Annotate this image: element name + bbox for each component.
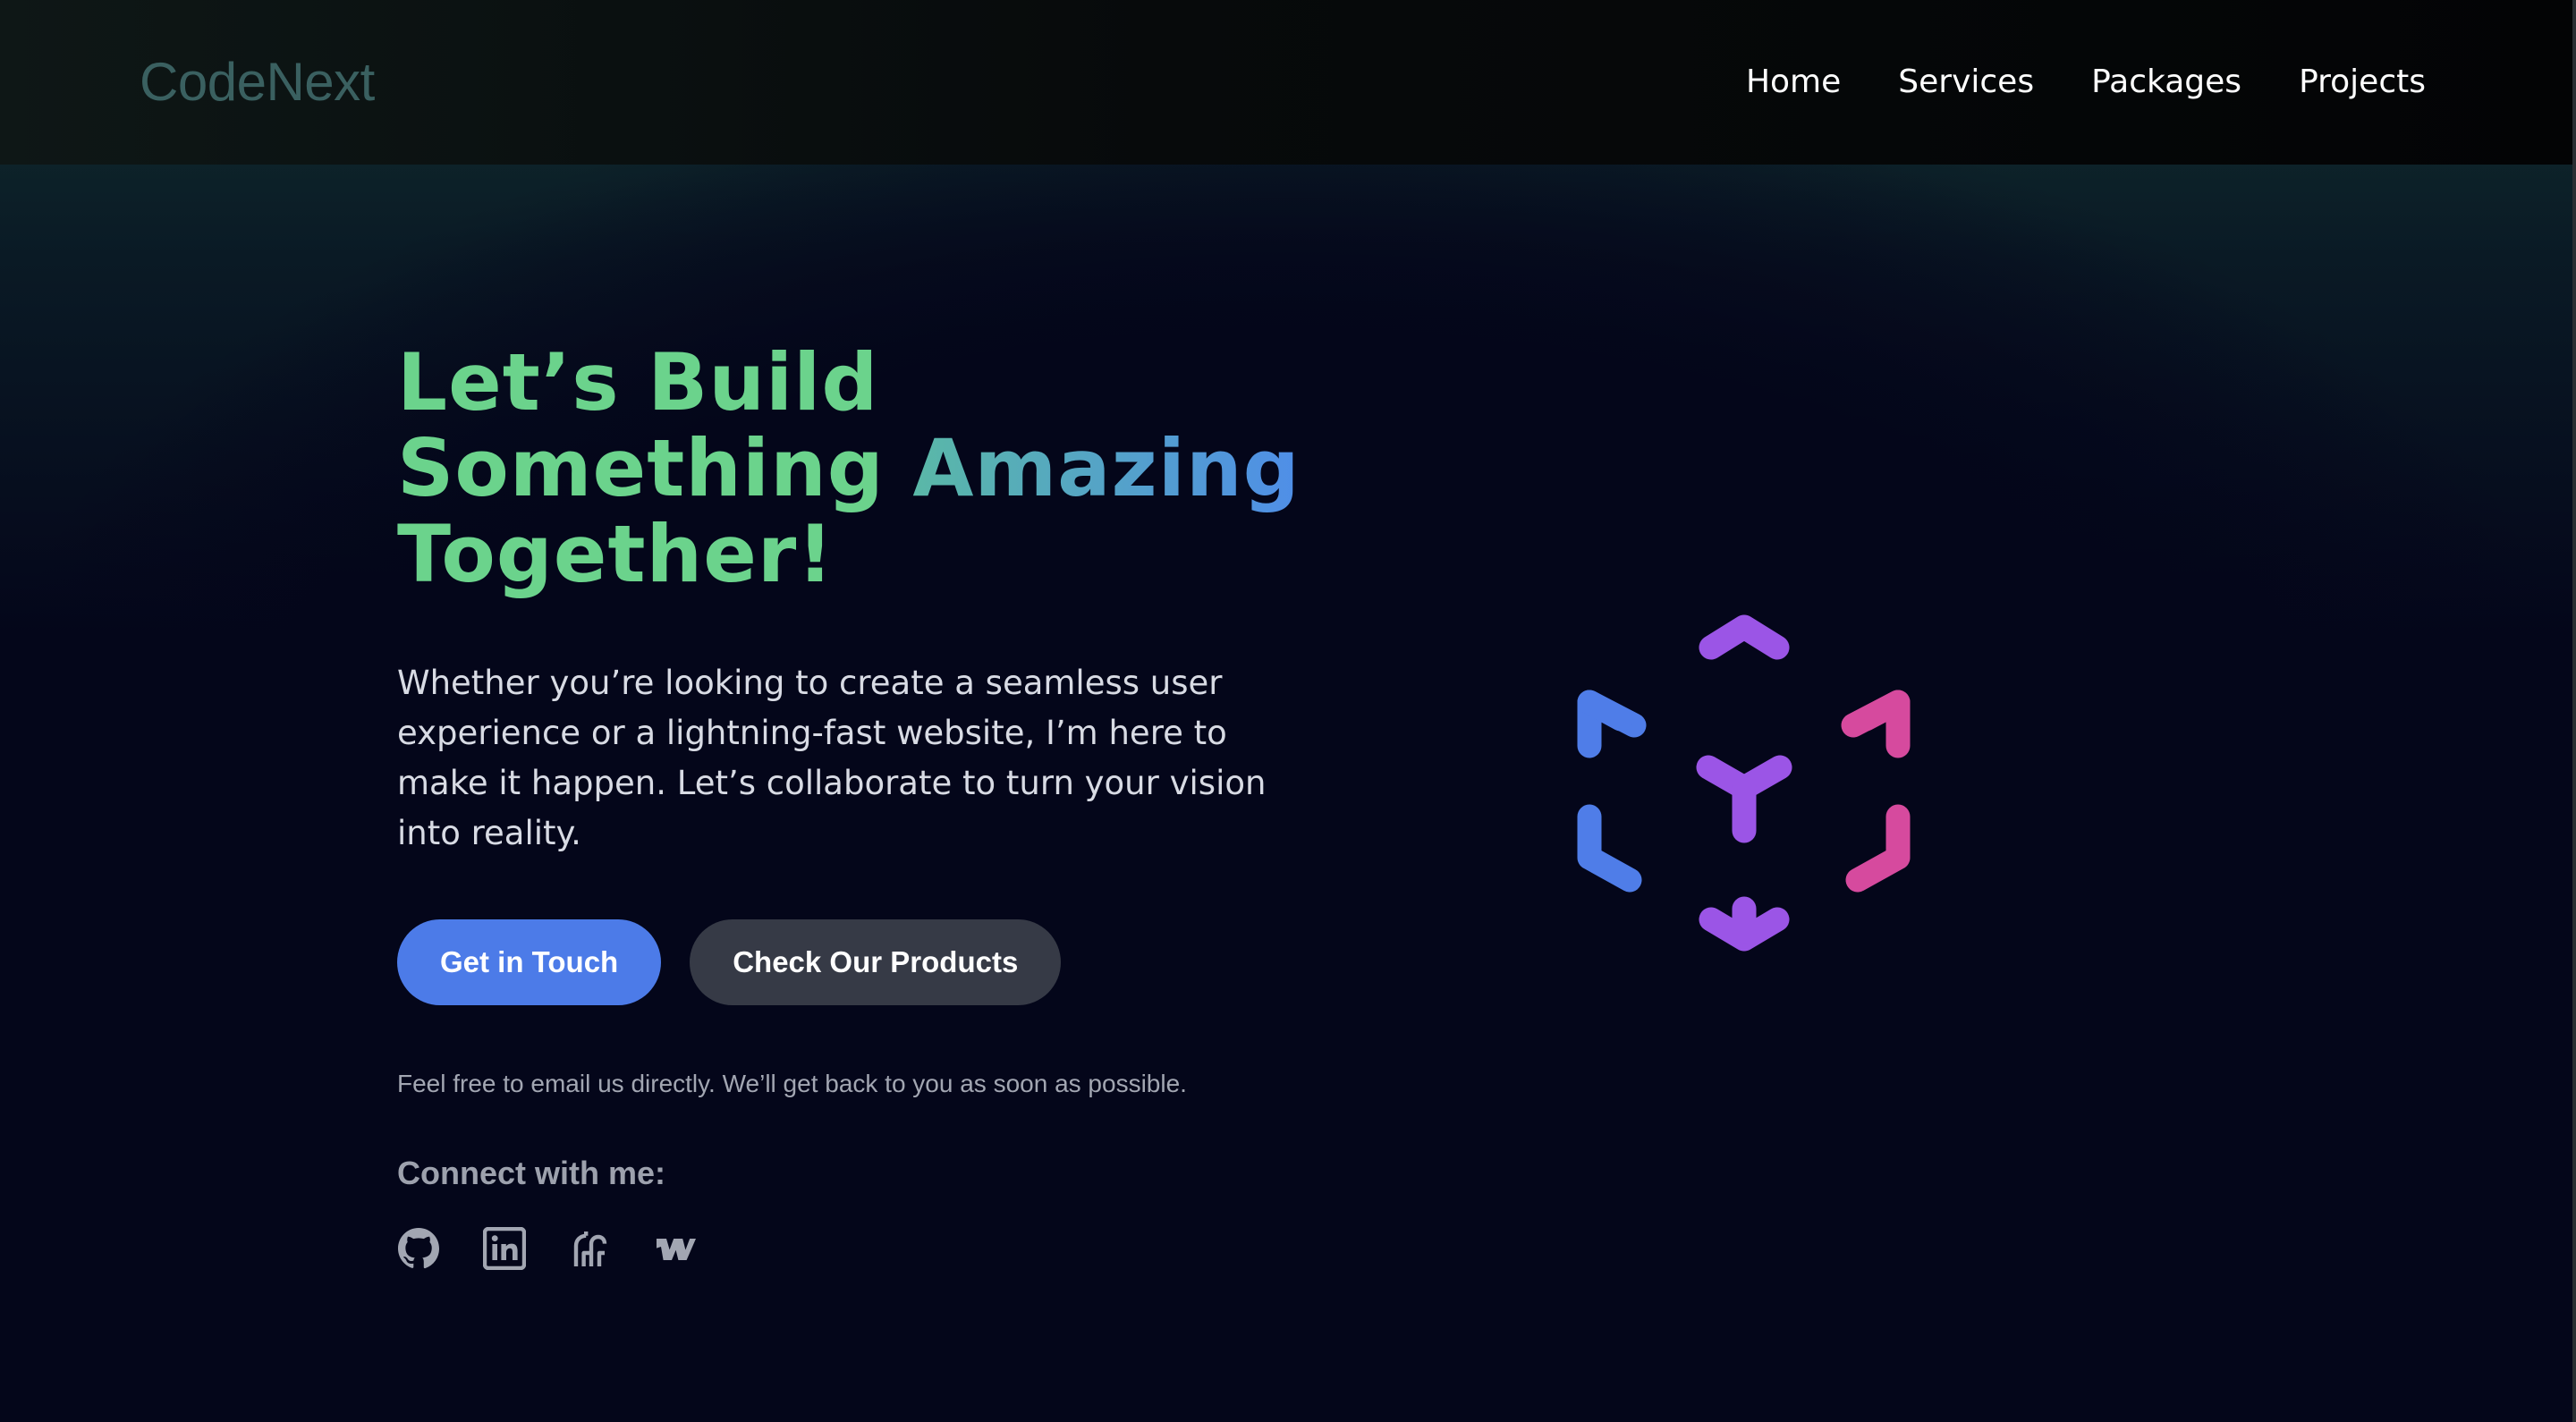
lower-left-bracket <box>1577 804 1642 893</box>
email-note: Feel free to email us directly. We’ll ge… <box>397 1070 1187 1097</box>
headline-line-2: Something Amazing <box>397 426 1300 512</box>
linkedin-icon <box>483 1227 526 1270</box>
navbar: CodeNext Home Services Packages Projects <box>0 0 2576 165</box>
hero-headline: Let’s Build Something Amazing Together! <box>397 336 1300 600</box>
nav-links: Home Services Packages Projects <box>1746 54 2426 111</box>
top-chevron <box>1699 614 1790 660</box>
webflow-icon <box>657 1239 696 1260</box>
headline-line-1: Let’s Build <box>397 336 879 428</box>
upper-right-arrow-stem <box>1853 690 1911 732</box>
lower-right-bracket <box>1845 804 1911 893</box>
hashnode-link[interactable] <box>569 1227 612 1270</box>
hero-buttons: Get in Touch Check Our Products <box>397 919 1292 1005</box>
linkedin-link[interactable] <box>483 1227 526 1270</box>
github-icon <box>398 1228 440 1269</box>
headline-line-2-part-a: Something <box>397 422 913 514</box>
connect-label: Connect with me: <box>397 1155 666 1191</box>
nav-packages-link[interactable]: Packages <box>2091 54 2241 111</box>
hero-description: Whether you’re looking to create a seaml… <box>397 664 1267 852</box>
social-links <box>397 1227 1292 1270</box>
hashnode-icon <box>573 1232 607 1266</box>
headline-line-3: Together! <box>397 508 835 600</box>
hero-section: Let’s Build Something Amazing Together! … <box>397 336 1300 1270</box>
window-edge <box>2572 165 2576 1422</box>
nav-services-link[interactable]: Services <box>1898 54 2034 111</box>
hexagon-arrows-logo <box>1577 614 1911 952</box>
nav-projects-link[interactable]: Projects <box>2299 54 2426 111</box>
get-in-touch-button[interactable]: Get in Touch <box>397 919 662 1005</box>
check-products-button[interactable]: Check Our Products <box>690 919 1062 1005</box>
page: CodeNext Home Services Packages Projects… <box>0 0 2576 1422</box>
brand-logo[interactable]: CodeNext <box>140 47 375 118</box>
github-link[interactable] <box>397 1227 440 1270</box>
upper-left-arrow-stem <box>1577 690 1633 732</box>
nav-home-link[interactable]: Home <box>1746 54 1841 111</box>
webflow-link[interactable] <box>655 1227 698 1270</box>
headline-line-2-part-b: Amazing <box>912 422 1301 514</box>
